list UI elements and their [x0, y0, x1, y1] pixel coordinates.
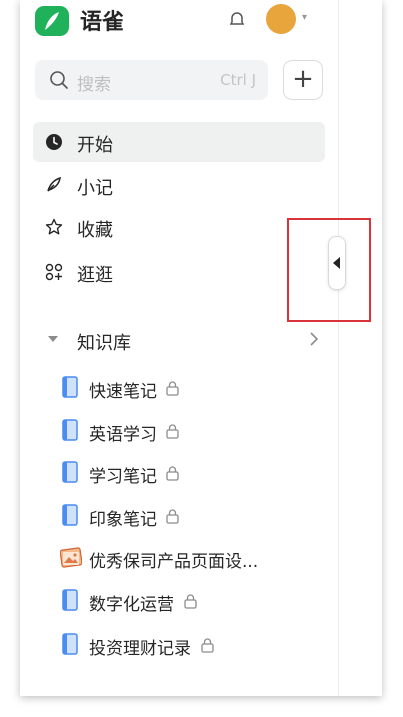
nav-label: 逛逛 [77, 265, 113, 286]
book-name: 优秀保司产品页面设... [89, 552, 259, 572]
clock-icon [46, 134, 62, 150]
add-button[interactable]: + [283, 60, 323, 100]
book-icon [62, 633, 78, 655]
lock-icon [166, 466, 179, 481]
book-item[interactable]: 优秀保司产品页面设... [60, 540, 330, 576]
search-input[interactable]: 搜索 Ctrl J [35, 60, 268, 100]
book-item[interactable]: 投资理财记录 [60, 627, 330, 663]
search-icon [50, 71, 68, 89]
book-item[interactable]: 英语学习 [60, 413, 330, 449]
lock-icon [166, 381, 179, 396]
search-placeholder: 搜索 [77, 75, 111, 95]
library-section-header[interactable]: 知识库 [33, 320, 325, 360]
book-icon [62, 419, 78, 441]
book-name: 数字化运营 [89, 595, 174, 615]
book-name: 英语学习 [89, 425, 157, 445]
lock-icon [201, 638, 214, 653]
logo-icon[interactable] [35, 6, 69, 36]
notification-bell-icon[interactable] [228, 10, 246, 32]
star-icon [45, 218, 63, 235]
grid-icon [45, 263, 63, 281]
nav-label: 开始 [77, 135, 113, 156]
book-name: 投资理财记录 [89, 639, 191, 659]
book-name: 印象笔记 [89, 510, 157, 530]
book-name: 学习笔记 [89, 467, 157, 487]
book-icon [62, 589, 78, 611]
picture-book-icon [60, 547, 82, 568]
brand-name: 语雀 [80, 10, 125, 35]
feather-icon [47, 176, 61, 192]
nav-item-favorites[interactable]: 收藏 [33, 207, 325, 247]
nav-item-explore[interactable]: 逛逛 [33, 252, 325, 292]
highlight-box [287, 218, 371, 322]
book-icon [62, 376, 78, 398]
nav-label: 收藏 [77, 220, 113, 241]
book-icon [62, 504, 78, 526]
book-item[interactable]: 印象笔记 [60, 498, 330, 534]
book-icon [62, 461, 78, 483]
book-item[interactable]: 快速笔记 [60, 370, 330, 406]
nav-item-notes[interactable]: 小记 [33, 165, 325, 205]
search-shortcut: Ctrl J [220, 71, 256, 89]
book-name: 快速笔记 [89, 382, 157, 402]
library-title: 知识库 [77, 333, 131, 354]
lock-icon [184, 594, 197, 609]
lock-icon [166, 424, 179, 439]
caret-down-icon[interactable] [47, 334, 59, 344]
user-avatar[interactable] [266, 4, 296, 34]
sidebar: 语雀 ▾ 搜索 Ctrl J + 开始 小记 收藏 逛逛 知识库 快速笔记 英语… [20, 0, 338, 696]
chevron-right-icon[interactable] [308, 331, 320, 347]
book-item[interactable]: 数字化运营 [60, 583, 330, 619]
lock-icon [166, 509, 179, 524]
book-item[interactable]: 学习笔记 [60, 455, 330, 491]
nav-label: 小记 [77, 178, 113, 199]
content-pane [338, 0, 382, 696]
app-window: 语雀 ▾ 搜索 Ctrl J + 开始 小记 收藏 逛逛 知识库 快速笔记 英语… [20, 0, 382, 696]
nav-item-start[interactable]: 开始 [33, 122, 325, 162]
avatar-caret-icon[interactable]: ▾ [302, 12, 307, 23]
